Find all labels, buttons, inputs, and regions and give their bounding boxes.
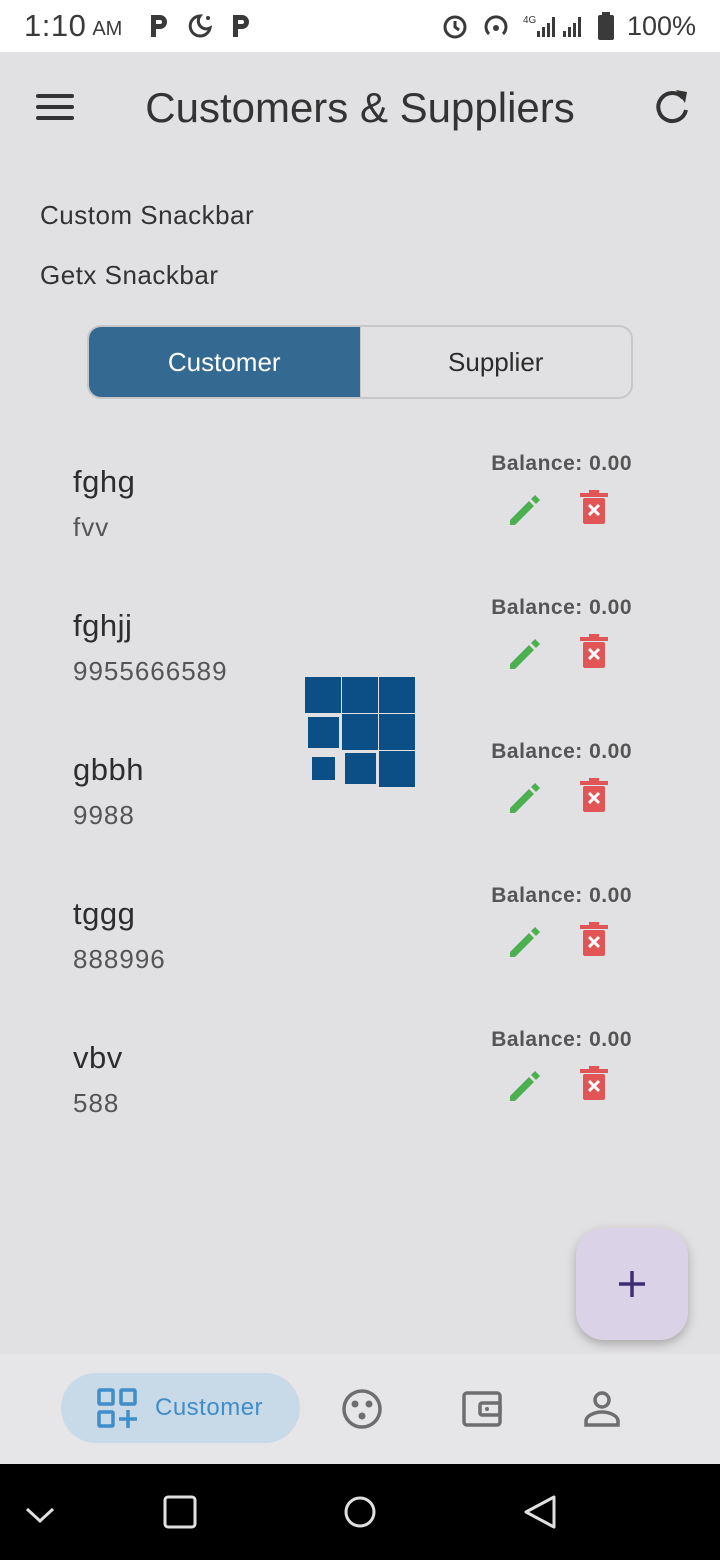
customer-name: fghjj (73, 608, 133, 643)
signal-icon: 4G (523, 15, 581, 37)
status-ampm: AM (92, 17, 123, 40)
edit-icon[interactable] (506, 492, 542, 528)
svg-text:4G: 4G (523, 15, 537, 26)
battery-icon (597, 12, 614, 40)
edit-icon[interactable] (506, 636, 542, 672)
custom-snackbar-button[interactable]: Custom Snackbar (40, 200, 254, 231)
list-item[interactable]: tggg 888996 Balance: 0.00 (0, 864, 720, 1008)
wallet-icon[interactable] (460, 1387, 504, 1431)
plus-icon (619, 1271, 645, 1297)
delete-icon[interactable] (580, 1066, 608, 1100)
customer-detail: fvv (73, 512, 110, 542)
edit-icon[interactable] (506, 924, 542, 960)
alarm-icon (443, 15, 467, 39)
chevron-down-icon[interactable] (24, 1504, 56, 1526)
delete-icon[interactable] (580, 490, 608, 524)
nav-customer-label: Customer (155, 1394, 264, 1421)
tab-customer[interactable]: Customer (89, 327, 360, 397)
customer-detail: 888996 (73, 944, 166, 974)
palette-icon[interactable] (340, 1387, 384, 1431)
list-item[interactable]: fghg fvv Balance: 0.00 (0, 432, 720, 576)
list-item[interactable]: vbv 588 Balance: 0.00 (0, 1008, 720, 1152)
delete-icon[interactable] (580, 922, 608, 956)
customer-balance: Balance: 0.00 (491, 452, 632, 475)
customer-detail: 9988 (73, 800, 135, 830)
customer-balance: Balance: 0.00 (491, 740, 632, 763)
status-notification-icons (148, 12, 252, 40)
app-bar: Customers & Suppliers (0, 52, 720, 162)
tab-supplier[interactable]: Supplier (359, 327, 632, 397)
status-time: 1:10 (24, 8, 87, 43)
parking-icon (151, 15, 168, 37)
moon-icon (189, 14, 213, 38)
customer-balance: Balance: 0.00 (491, 596, 632, 619)
parking-icon (233, 15, 250, 37)
battery-percent: 100% (626, 10, 696, 41)
customer-name: vbv (73, 1040, 123, 1075)
home-icon[interactable] (343, 1495, 377, 1529)
recents-icon[interactable] (163, 1495, 197, 1529)
nav-customer[interactable]: Customer (61, 1373, 300, 1443)
customer-name: tggg (73, 896, 136, 931)
status-bar: 1:10 AM 4G 100% (0, 0, 720, 52)
customer-balance: Balance: 0.00 (491, 884, 632, 907)
hotspot-icon (484, 15, 508, 36)
back-icon[interactable] (522, 1494, 558, 1530)
customer-detail: 9955666589 (73, 656, 228, 686)
loading-spinner-icon (305, 677, 415, 787)
customer-name: fghg (73, 464, 136, 499)
customer-detail: 588 (73, 1088, 120, 1118)
delete-icon[interactable] (580, 634, 608, 668)
customer-list: fghg fvv Balance: 0.00 fghjj 9955666589 … (0, 432, 720, 1152)
bottom-navigation: Customer (0, 1354, 720, 1464)
delete-icon[interactable] (580, 778, 608, 812)
customer-balance: Balance: 0.00 (491, 1028, 632, 1051)
edit-icon[interactable] (506, 780, 542, 816)
person-icon[interactable] (580, 1387, 624, 1431)
add-customer-button[interactable] (576, 1228, 688, 1340)
refresh-icon[interactable] (650, 86, 694, 130)
edit-icon[interactable] (506, 1068, 542, 1104)
customer-icon (97, 1388, 137, 1428)
status-system-icons: 4G 100% (441, 11, 696, 42)
page-title: Customers & Suppliers (145, 84, 575, 131)
customer-supplier-toggle: Customer Supplier (87, 325, 633, 399)
getx-snackbar-button[interactable]: Getx Snackbar (40, 260, 218, 291)
customer-name: gbbh (73, 752, 144, 787)
system-navigation-bar (0, 1464, 720, 1560)
